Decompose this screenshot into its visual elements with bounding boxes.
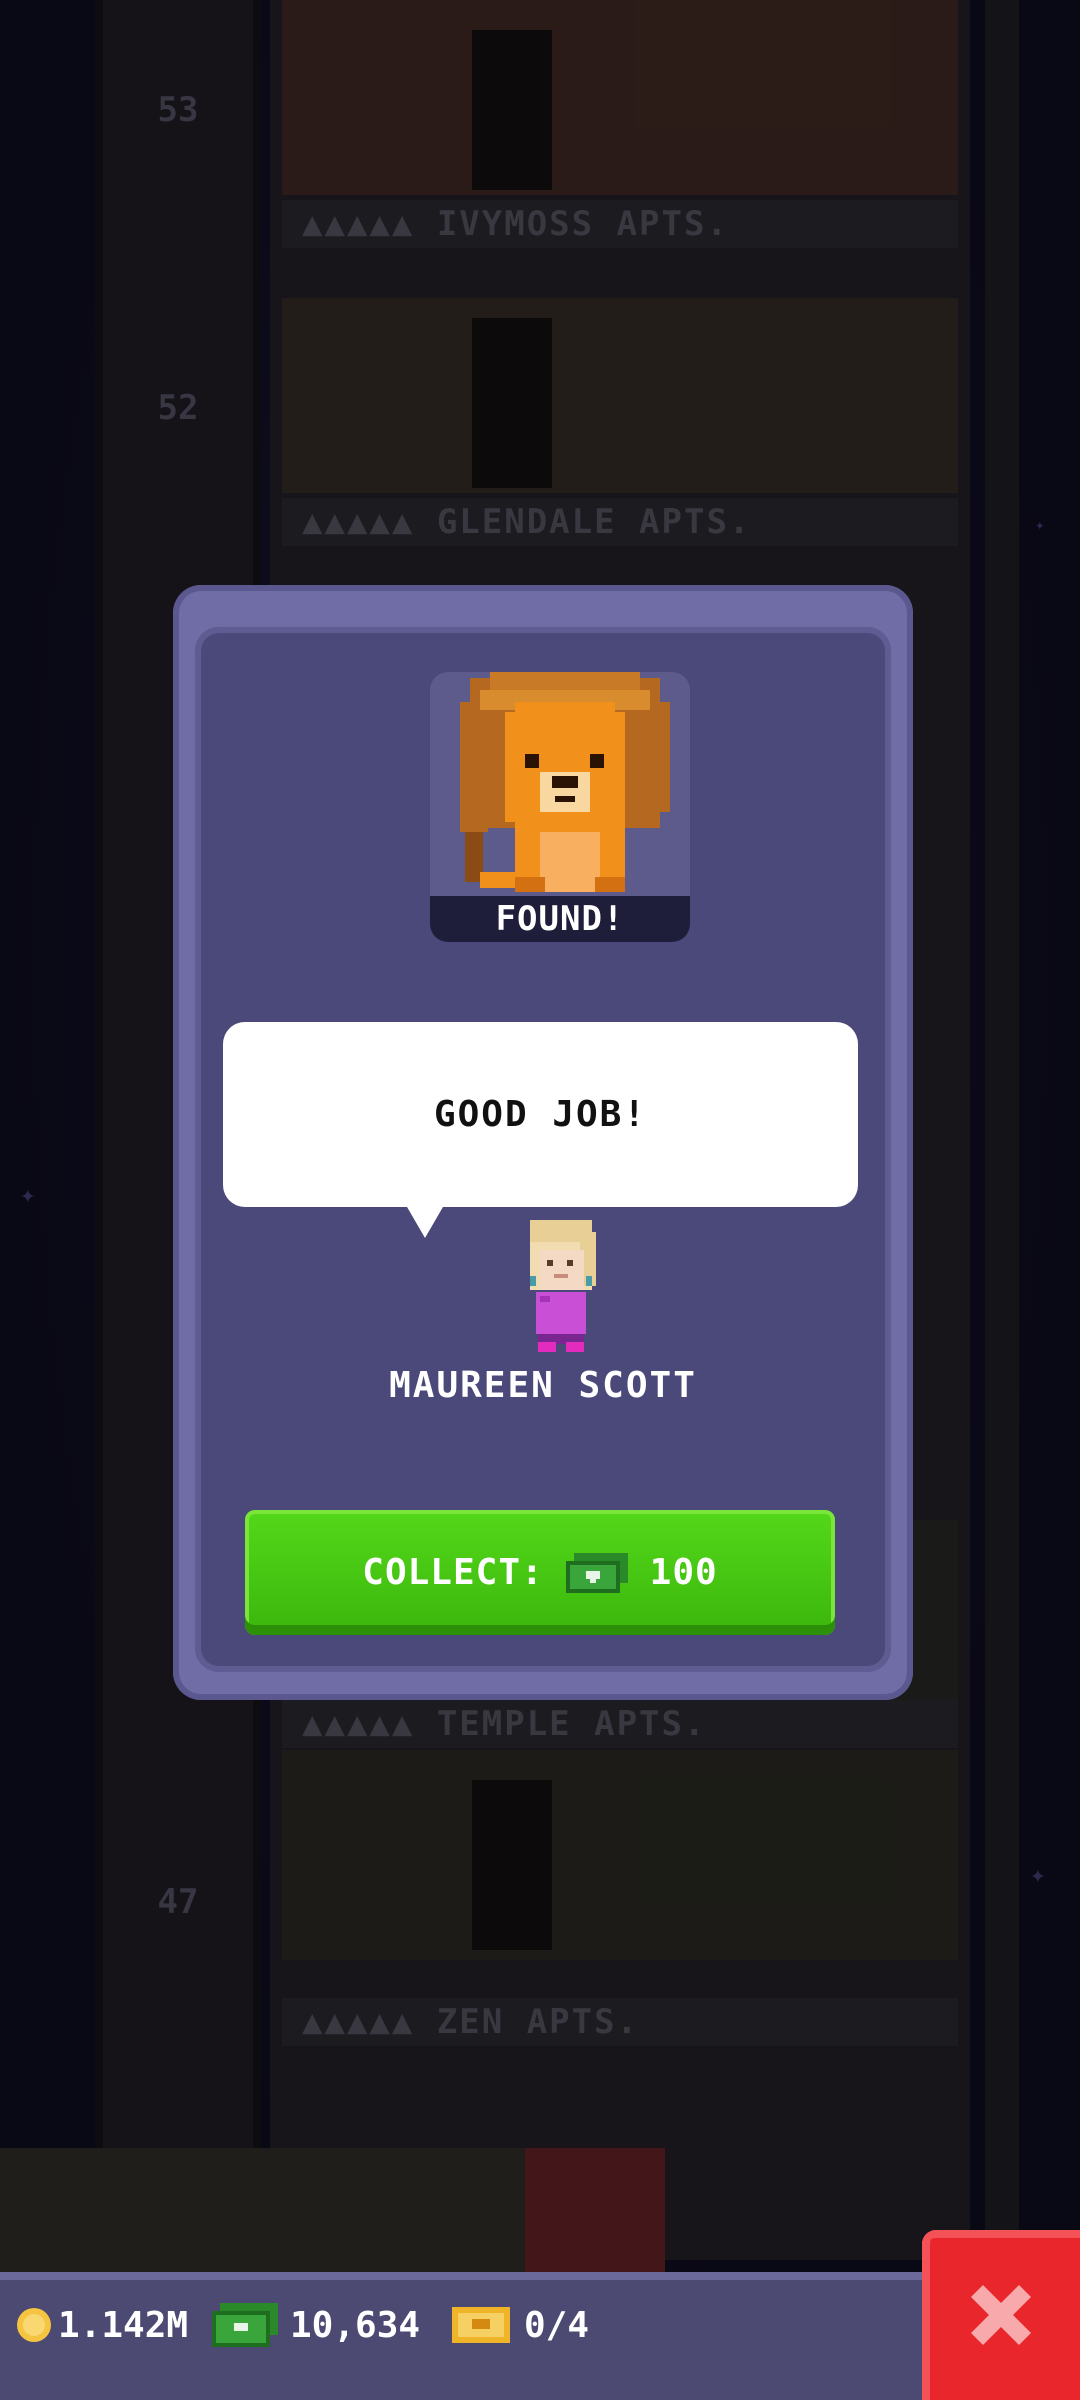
found-label: FOUND! (430, 896, 690, 942)
character-name: MAUREEN SCOTT (389, 1365, 697, 1406)
close-icon (971, 2285, 1031, 2345)
collect-button[interactable]: COLLECT: 100 (245, 1510, 835, 1635)
bux-icon (212, 2303, 278, 2347)
character-avatar (530, 1220, 596, 1352)
dialog-panel: FOUND! GOOD JOB! MAUREEN SCOTT COLLECT: (195, 627, 891, 1672)
bux-stat: 10,634 (212, 2295, 420, 2355)
tickets-stat: 0/4 (452, 2295, 589, 2355)
found-pet-dialog: FOUND! GOOD JOB! MAUREEN SCOTT COLLECT: (173, 585, 913, 1700)
golden-ticket-icon (452, 2307, 510, 2343)
coins-value: 1.142M (58, 2304, 189, 2346)
speech-text: GOOD JOB! (433, 1094, 648, 1135)
tickets-value: 0/4 (524, 2304, 590, 2346)
lion-pet-icon (460, 672, 670, 892)
coin-icon (17, 2308, 51, 2342)
coins-stat: 1.142M (14, 2295, 188, 2355)
collect-label: COLLECT: (362, 1552, 544, 1593)
pet-card: FOUND! (430, 672, 690, 942)
collect-amount: 100 (649, 1552, 718, 1593)
bux-value: 10,634 (290, 2304, 421, 2346)
speech-bubble: GOOD JOB! (223, 1022, 858, 1238)
close-button[interactable] (922, 2230, 1080, 2400)
bux-icon (565, 1552, 628, 1593)
